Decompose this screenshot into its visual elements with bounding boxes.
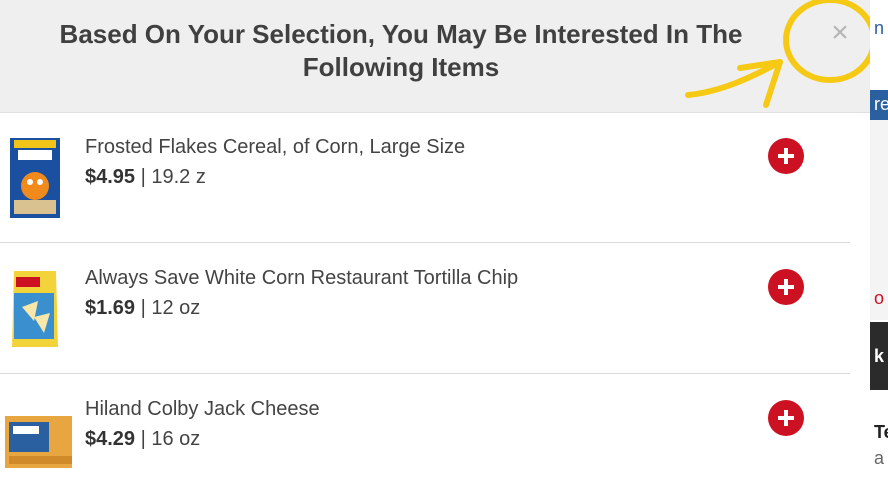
item-name[interactable]: Always Save White Corn Restaurant Tortil… — [85, 267, 518, 290]
list-item: Frosted Flakes Cereal, of Corn, Large Si… — [0, 112, 850, 243]
item-size: 19.2 z — [151, 166, 206, 188]
add-item-button[interactable] — [768, 400, 804, 436]
modal-title: Based On Your Selection, You May Be Inte… — [59, 19, 743, 82]
item-price-size: $1.69 | 12 oz — [85, 297, 200, 320]
cheese-block-icon — [5, 416, 72, 468]
price-separator: | — [135, 297, 152, 319]
item-size: 12 oz — [151, 297, 201, 319]
cereal-box-icon — [10, 138, 60, 218]
add-item-button[interactable] — [768, 269, 804, 305]
background-page: n re o k Te a — [870, 0, 888, 481]
item-size: 16 oz — [151, 428, 201, 450]
background-text: a — [874, 448, 885, 468]
item-name[interactable]: Hiland Colby Jack Cheese — [85, 398, 320, 421]
item-price: $1.69 — [85, 297, 136, 319]
item-price-size: $4.29 | 16 oz — [85, 428, 200, 451]
background-text: Te — [874, 422, 888, 442]
price-separator: | — [135, 166, 152, 188]
list-item: Hiland Colby Jack Cheese $4.29 | 16 oz — [0, 374, 850, 481]
item-list: Frosted Flakes Cereal, of Corn, Large Si… — [0, 112, 870, 481]
close-icon[interactable]: × — [826, 18, 854, 48]
add-item-button[interactable] — [768, 138, 804, 174]
list-item: Always Save White Corn Restaurant Tortil… — [0, 243, 850, 374]
chip-bag-icon — [12, 271, 58, 347]
background-text: k — [874, 346, 885, 366]
item-price-size: $4.95 | 19.2 z — [85, 166, 206, 189]
background-text: re — [874, 94, 888, 114]
background-text: n — [874, 18, 885, 38]
price-separator: | — [135, 428, 152, 450]
recommendation-modal: Based On Your Selection, You May Be Inte… — [0, 0, 870, 481]
background-text: o — [874, 288, 885, 308]
background-header-strip — [870, 0, 888, 90]
modal-header: Based On Your Selection, You May Be Inte… — [0, 0, 870, 113]
item-price: $4.95 — [85, 166, 136, 188]
item-name[interactable]: Frosted Flakes Cereal, of Corn, Large Si… — [85, 136, 465, 159]
item-price: $4.29 — [85, 428, 136, 450]
